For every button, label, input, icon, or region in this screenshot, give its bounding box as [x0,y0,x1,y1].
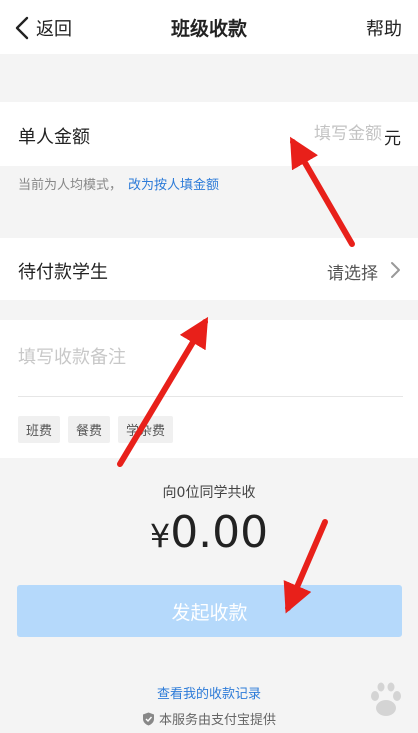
amount-row: 单人金额 元 [0,102,418,166]
footer-text: 本服务由支付宝提供 [158,713,276,728]
students-value: 请选择 [327,264,378,284]
summary-text: 向0位同学共收 [162,485,256,501]
back-button[interactable]: 返回 [14,14,72,42]
back-label: 返回 [36,19,72,40]
students-label: 待付款学生 [18,262,108,283]
remark-section: 班费 餐费 学杂费 [0,320,418,458]
remark-divider [18,396,403,397]
currency-sign: ¥ [149,517,171,555]
submit-button[interactable]: 发起收款 [17,585,402,637]
students-row[interactable]: 待付款学生 请选择 [0,238,418,300]
mode-text: 当前为人均模式， [18,178,123,193]
switch-mode-link[interactable]: 改为按人填金额 [128,178,219,193]
total-amount: ¥0.00 [0,505,418,570]
chevron-right-icon [391,262,400,278]
chevron-left-icon [15,16,29,40]
amount-label: 单人金额 [18,127,90,148]
tag-tuition-fee[interactable]: 学杂费 [118,416,174,443]
remark-tags: 班费 餐费 学杂费 [18,416,174,443]
help-button[interactable]: 帮助 [366,15,402,41]
total-value: 0.00 [170,507,269,558]
amount-unit: 元 [384,129,401,149]
remark-input[interactable] [18,342,398,372]
tag-meal-fee[interactable]: 餐费 [68,416,111,443]
nav-bar: 返回 班级收款 帮助 [0,0,418,54]
amount-input[interactable] [252,120,382,148]
mode-hint: 当前为人均模式， 改为按人填金额 [18,174,219,193]
shield-icon [142,712,154,725]
footer: 本服务由支付宝提供 [0,709,418,728]
tag-class-fee[interactable]: 班费 [18,416,61,443]
records-link[interactable]: 查看我的收款记录 [0,683,418,702]
